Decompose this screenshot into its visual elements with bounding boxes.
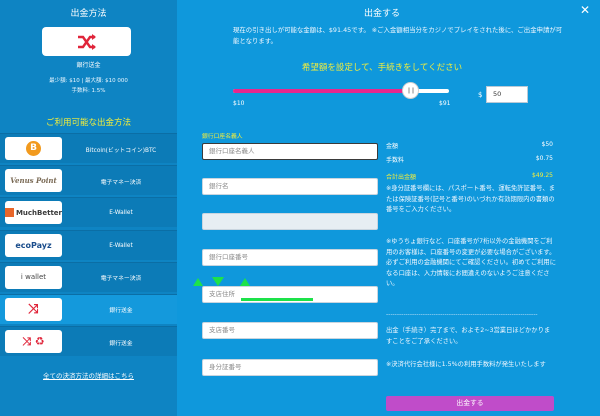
method-panel-title: 出金方法 (70, 9, 107, 19)
method-label: E-Wallet (109, 210, 133, 217)
shuffle-icon (77, 33, 96, 50)
shuffle-recycle-icon: ⤨ ♻ (5, 330, 62, 354)
account-holder-input[interactable]: 銀行口座名義人 (202, 143, 378, 160)
method-venus-point[interactable]: Venus Point 電子マネー決済 (0, 165, 177, 196)
selected-method-logo (42, 27, 131, 56)
method-bank-transfer-2[interactable]: ⤨ ♻ 銀行送金 (0, 326, 177, 357)
amount-slider-fill (233, 89, 406, 93)
method-label: 銀行送金 (109, 308, 133, 315)
summary-amount-row: 金額 $50 (386, 141, 553, 150)
selected-method-fee: 手数料: 1.5% (71, 88, 106, 94)
method-muchbetter[interactable]: MuchBetter E-Wallet (0, 197, 177, 228)
available-balance-info: 現在の引き出しが可能な金額は、$91.45です。 ※ご入金額相当分をカジノでプレ… (233, 26, 563, 45)
all-methods-link[interactable]: 全ての決済方法の詳細はこちら (0, 370, 177, 380)
method-bitcoin[interactable]: B Bitcoin(ビットコイン)BTC (0, 133, 177, 163)
available-methods-title: ご利用可能な出金方法 (45, 118, 131, 128)
venus-point-logo: Venus Point (5, 169, 62, 193)
bank-code-input[interactable]: 銀行コード (202, 213, 378, 230)
id-note: ※身分証番号欄には、パスポート番号、運転免許証番号、または保険証番号(記号と番号… (386, 185, 555, 213)
yucho-note: ※ゆうちょ銀行など、口座番号が7桁以外の金融機関をご利用のお客様は、口座番号の変… (386, 238, 557, 287)
slider-min-label: $10 (233, 100, 245, 107)
withdraw-modal: 出金方法 銀行送金 最少額: $10 | 最大額: $10 000 手数料: 1… (0, 0, 600, 416)
method-panel: 出金方法 銀行送金 最少額: $10 | 最大額: $10 000 手数料: 1… (0, 0, 177, 416)
fee-note: ※決済代行会社様に1.5%の利用手数料が発生いたします (386, 361, 546, 368)
method-ecopayz[interactable]: ecoPayz E-Wallet (0, 229, 177, 260)
method-list: B Bitcoin(ビットコイン)BTC Venus Point 電子マネー決済… (0, 133, 177, 358)
annotation-arrow-up-icon (193, 278, 203, 286)
method-iwallet[interactable]: i wallet 電子マネー決済 (0, 261, 177, 292)
method-label: 銀行送金 (109, 340, 133, 347)
id-number-input[interactable]: 身分証番号 (202, 359, 378, 376)
account-holder-label: 銀行口座名義人 (202, 134, 243, 140)
branch-number-input[interactable]: 支店番号 (202, 322, 378, 339)
summary-fee-row: 手数料 $0.75 (386, 155, 553, 164)
method-label: E-Wallet (109, 242, 133, 249)
amount-slider-handle[interactable]: ❙❙ (402, 82, 419, 99)
method-label: Bitcoin(ビットコイン)BTC (85, 147, 157, 154)
shuffle-icon: ⤨ (5, 297, 62, 321)
grip-icon: ❙❙ (406, 87, 415, 94)
bitcoin-icon: B (5, 137, 62, 160)
muchbetter-logo: MuchBetter (5, 201, 62, 225)
slider-max-label: $91 (439, 100, 451, 107)
annotation-arrow-up-icon (240, 278, 250, 286)
amount-range-title: 希望額を設定して、手続きをしてください (301, 63, 463, 73)
iwallet-logo: i wallet (5, 265, 62, 289)
amount-input[interactable]: 50 (486, 86, 528, 103)
timing-note: 出金（手続き）完了まで、およそ2~3営業日ほどかかりますことをご了承ください。 (386, 327, 551, 345)
summary-total-row: 合計出金額 $49.25 (386, 172, 553, 181)
divider: ----------------------------------------… (386, 311, 538, 318)
method-bank-transfer[interactable]: ⤨ 銀行送金 (0, 293, 177, 324)
currency-symbol: $ (478, 91, 483, 99)
bank-name-input[interactable]: 銀行名 (202, 178, 378, 195)
annotation-underline (241, 298, 313, 301)
page-title: 出金する (363, 9, 400, 19)
account-number-input[interactable]: 銀行口座番号 (202, 249, 378, 266)
method-label: 電子マネー決済 (100, 179, 142, 186)
annotation-arrow-down-icon (212, 277, 224, 286)
withdraw-submit-button[interactable]: 出金する (386, 396, 554, 411)
selected-method-name: 銀行送金 (76, 62, 101, 69)
method-label: 電子マネー決済 (100, 276, 142, 283)
selected-method-limits: 最少額: $10 | 最大額: $10 000 (49, 78, 128, 84)
ecopayz-logo: ecoPayz (5, 233, 62, 257)
